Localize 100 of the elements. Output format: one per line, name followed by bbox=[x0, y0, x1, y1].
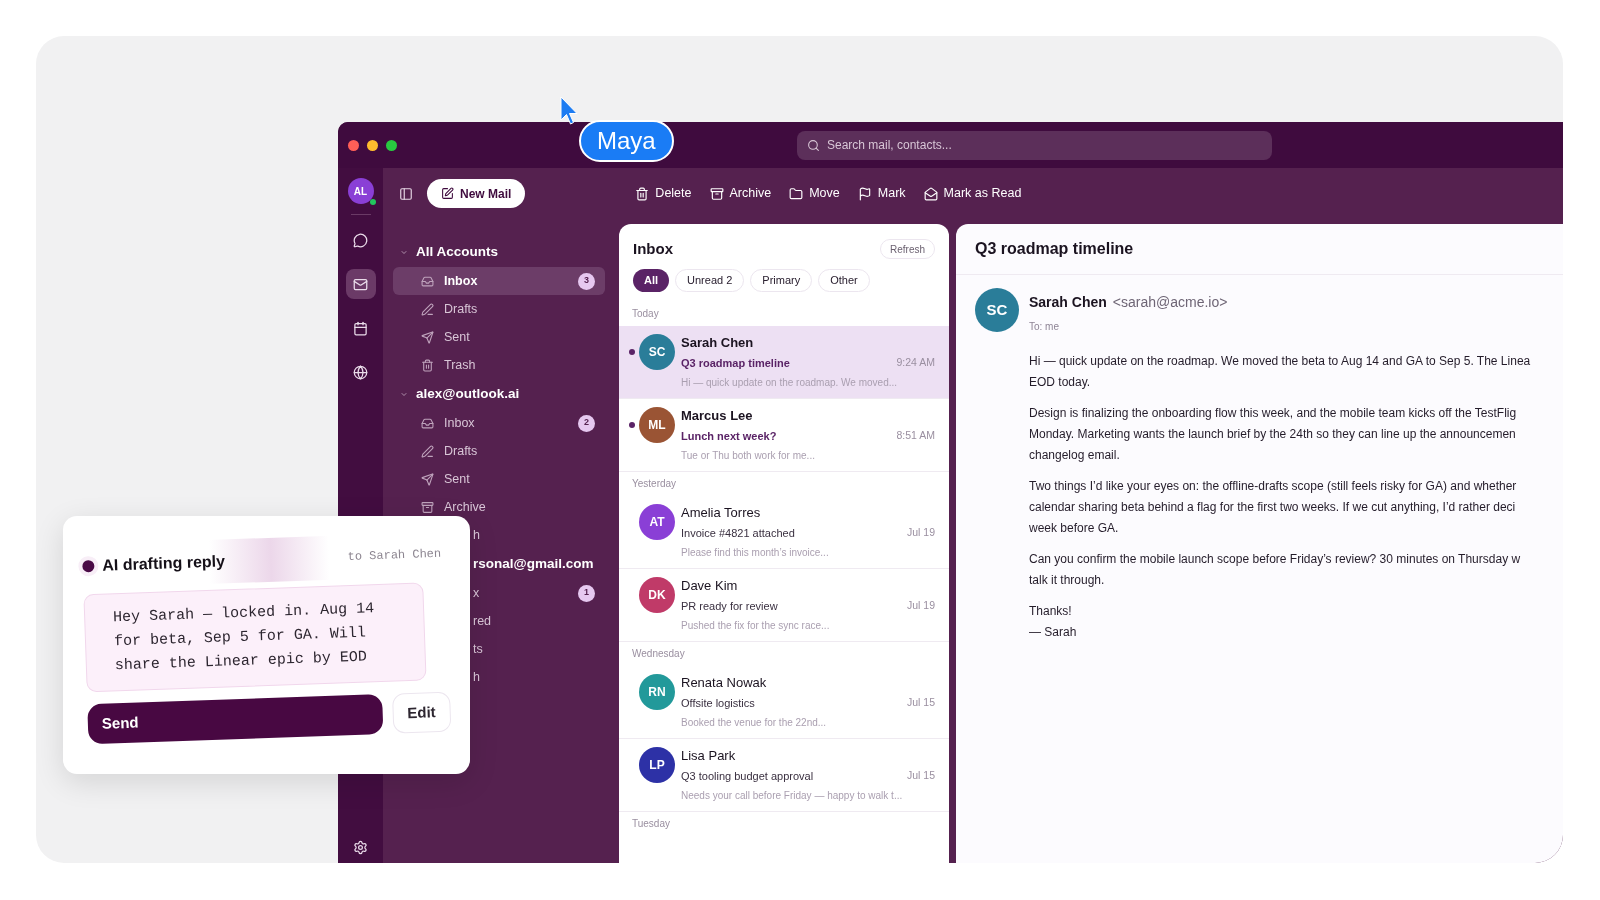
message-row[interactable]: AT Amelia Torres Invoice #4821 attached Jul 19 Please find this month’s invoice... bbox=[619, 495, 949, 569]
email-subject: Q3 roadmap timeline bbox=[975, 239, 1134, 259]
body-text-line: week before GA. bbox=[1029, 520, 1120, 537]
message-row[interactable]: ML Marcus Lee Lunch next week? 8:51 AM Tue or Thu both work for me... bbox=[619, 398, 949, 472]
account-label[interactable]: rsonal@gmail.com bbox=[473, 553, 594, 575]
body-text-line: Design is finalizing the onboarding flow this week, and the mobile team kicks off the TestFlig bbox=[1029, 405, 1518, 422]
pointer-cursor-icon bbox=[560, 96, 578, 126]
inbox-icon bbox=[421, 416, 434, 430]
edit-button[interactable]: Edit bbox=[391, 691, 452, 734]
folder-item[interactable]: Sent bbox=[393, 323, 605, 351]
flag-icon bbox=[857, 186, 872, 201]
folder-item[interactable]: Archive bbox=[393, 493, 605, 521]
body-text-line: Can you confirm the mobile launch scope before Friday’s review? 30 minutes on Thursday w bbox=[1029, 551, 1522, 568]
message-row[interactable]: RN Renata Nowak Offsite logistics Jul 15 Booked the venue for the 22nd... bbox=[619, 665, 949, 739]
inbox-icon bbox=[421, 274, 434, 288]
folder-label[interactable]: h bbox=[473, 667, 595, 687]
new-mail-button[interactable]: New Mail bbox=[427, 179, 526, 208]
folder-label[interactable]: ts bbox=[473, 639, 595, 659]
message-row[interactable]: DK Dave Kim PR ready for review Jul 19 Pushed the fix for the sync race... bbox=[619, 568, 949, 642]
message-time: Jul 19 bbox=[906, 597, 935, 613]
sender-avatar: RN bbox=[639, 673, 675, 710]
body-text-line: EOD today. bbox=[1029, 374, 1092, 391]
body-text-line: Monday. Marketing wants the launch brief by the 24th so they can line up the announcemen bbox=[1029, 426, 1517, 443]
message-preview: Tue or Thu both work for me... bbox=[681, 449, 816, 463]
archive-icon bbox=[709, 186, 724, 201]
sender-avatar: LP bbox=[639, 746, 675, 783]
message-time: 9:24 AM bbox=[896, 354, 935, 370]
archive-action-button[interactable]: Archive bbox=[709, 184, 772, 203]
message-row[interactable]: SC Sarah Chen Q3 roadmap timeline 9:24 AM Hi — quick update on the roadmap. We moved... bbox=[619, 325, 949, 399]
sender-name: Amelia Torres bbox=[681, 503, 762, 522]
pen-icon bbox=[421, 302, 434, 316]
recipient-label: to Sarah Chen bbox=[347, 545, 442, 567]
compose-icon bbox=[441, 187, 454, 200]
date-group-label: Today bbox=[632, 307, 659, 321]
draft-text: Hey Sarah — locked in. Aug 14 for beta, Sep 5 for GA. Will share the Linear epic by EOD bbox=[83, 582, 427, 693]
message-preview: Please find this month’s invoice... bbox=[681, 546, 830, 560]
body-text-line: Two things I’d like your eyes on: the offline-drafts scope (still feels risky for GA) and whether bbox=[1029, 478, 1518, 495]
message-preview: Needs your call before Friday — happy to walk t... bbox=[681, 789, 904, 803]
body-text-line: calendar sharing beta behind a flag for the first two weeks. If we cut anything, I’d rather deci bbox=[1029, 499, 1517, 516]
send-icon bbox=[421, 330, 434, 344]
message-preview: Pushed the fix for the sync race... bbox=[681, 619, 831, 633]
message-row[interactable]: LP Lisa Park Q3 tooling budget approval Jul 15 Needs your call before Friday — happy to walk t... bbox=[619, 738, 949, 812]
delete-action-button[interactable]: Delete bbox=[635, 184, 692, 203]
search-field[interactable]: Search mail, contacts... bbox=[797, 130, 1272, 160]
folder-item[interactable]: Drafts bbox=[393, 437, 605, 465]
body-text-line: — Sarah bbox=[1029, 624, 1078, 641]
folder-label: Inbox bbox=[444, 414, 476, 432]
mail-nav-button[interactable] bbox=[345, 269, 376, 299]
calendar-icon bbox=[353, 320, 368, 336]
message-time: Jul 19 bbox=[906, 524, 935, 540]
send-icon bbox=[421, 472, 434, 486]
search-icon bbox=[807, 138, 820, 152]
open-envelope-icon bbox=[923, 186, 938, 201]
account-label[interactable]: alex@outlook.ai bbox=[416, 383, 520, 405]
folder-label[interactable]: x bbox=[473, 583, 578, 603]
trash-icon bbox=[421, 358, 434, 372]
message-time: 8:51 AM bbox=[896, 427, 935, 443]
message-subject: Q3 roadmap timeline bbox=[681, 355, 790, 371]
folder-item[interactable]: Inbox 3 bbox=[393, 267, 605, 295]
mail-icon bbox=[353, 276, 368, 292]
user-avatar[interactable]: AL bbox=[347, 178, 374, 204]
folder-label: Archive bbox=[444, 498, 487, 516]
folder-label: Sent bbox=[444, 470, 471, 488]
body-text-line: changelog email. bbox=[1029, 447, 1121, 464]
message-subject: Q3 tooling budget approval bbox=[681, 768, 814, 784]
folder-item[interactable]: Inbox 2 bbox=[393, 409, 605, 437]
sidebar-toggle-icon[interactable] bbox=[399, 186, 413, 201]
account-label[interactable]: All Accounts bbox=[416, 241, 498, 263]
sender-name: Dave Kim bbox=[681, 576, 739, 595]
body-text-line: Hi — quick update on the roadmap. We moved the beta to Aug 14 and GA to Sep 5. The Linea bbox=[1029, 353, 1531, 370]
archive-icon bbox=[421, 500, 434, 514]
sender-avatar: SC bbox=[975, 288, 1019, 332]
folder-label[interactable]: h bbox=[473, 525, 595, 545]
folder-item[interactable]: Drafts bbox=[393, 295, 605, 323]
recipient-line: To: me bbox=[1029, 320, 1060, 334]
sender-name: Lisa Park bbox=[681, 746, 737, 765]
sender-email: <sarah@acme.io> bbox=[1112, 293, 1228, 312]
message-subject: Invoice #4821 attached bbox=[681, 525, 795, 541]
folder-label[interactable]: red bbox=[473, 611, 595, 631]
move-action-button[interactable]: Move bbox=[789, 184, 840, 203]
folder-item[interactable]: Trash bbox=[393, 351, 605, 379]
date-group-label: Tuesday bbox=[632, 817, 670, 831]
message-preview: Booked the venue for the 22nd... bbox=[681, 716, 828, 730]
mark-action-button[interactable]: Mark bbox=[857, 184, 906, 203]
folder-icon bbox=[789, 186, 804, 201]
list-title: Inbox bbox=[633, 239, 673, 259]
sender-name: Marcus Lee bbox=[681, 406, 754, 425]
sender-avatar: ML bbox=[639, 406, 675, 443]
date-group-label: Wednesday bbox=[632, 647, 685, 661]
date-group-label: Yesterday bbox=[632, 477, 677, 491]
message-preview: Hi — quick update on the roadmap. We moved... bbox=[681, 376, 899, 390]
sender-avatar: AT bbox=[639, 503, 675, 540]
unread-count: 3 bbox=[578, 272, 595, 290]
filter-chip[interactable]: All bbox=[633, 268, 670, 292]
read-action-button[interactable]: Mark as Read bbox=[923, 184, 1022, 203]
folder-item[interactable]: Sent bbox=[393, 465, 605, 493]
message-subject: Offsite logistics bbox=[681, 695, 755, 711]
settings-icon[interactable] bbox=[353, 840, 368, 855]
sender-name: Sarah Chen bbox=[1029, 293, 1107, 312]
send-button[interactable]: Send bbox=[87, 694, 384, 745]
